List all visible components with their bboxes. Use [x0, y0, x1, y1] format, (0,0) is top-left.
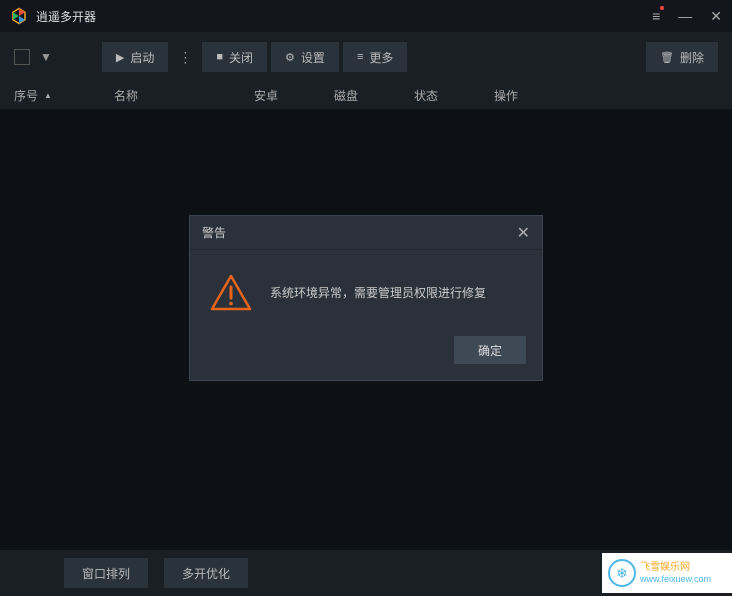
dialog-title: 警告: [202, 224, 226, 241]
dialog-ok-button[interactable]: 确定: [454, 336, 526, 364]
warning-triangle-icon: [210, 274, 252, 312]
dialog-body: 系统环境异常，需要管理员权限进行修复: [190, 250, 542, 328]
dialog-header: 警告 ✕: [190, 216, 542, 250]
dialog-message: 系统环境异常，需要管理员权限进行修复: [270, 284, 486, 302]
warning-dialog: 警告 ✕ 系统环境异常，需要管理员权限进行修复 确定: [189, 215, 543, 381]
dialog-close-button[interactable]: ✕: [517, 223, 530, 243]
modal-overlay: 警告 ✕ 系统环境异常，需要管理员权限进行修复 确定: [0, 0, 732, 596]
dialog-footer: 确定: [190, 328, 542, 380]
